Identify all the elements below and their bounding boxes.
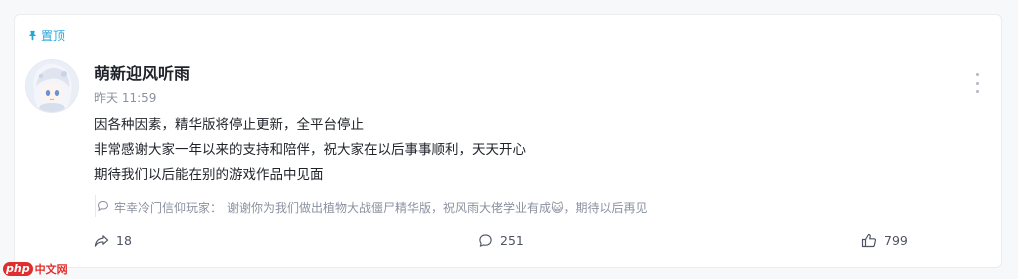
comment-button[interactable]: 251	[478, 233, 524, 248]
comment-bubble-icon	[97, 200, 109, 215]
comment-text-after: ，期待以后再见	[563, 201, 648, 215]
share-button[interactable]: 18	[94, 233, 132, 248]
content-line: 期待我们以后能在别的游戏作品中见面	[94, 167, 324, 183]
watermark-logo: php	[3, 262, 33, 276]
avatar[interactable]	[25, 59, 79, 113]
pinned-label: 置顶	[27, 27, 65, 44]
top-comment[interactable]: 牢幸冷门信仰玩家： 谢谢你为我们做出植物大战僵尸精华版，祝风雨大佬学业有成 😺 ，期…	[95, 195, 648, 217]
comment-text: 谢谢你为我们做出植物大战僵尸精华版，祝风雨大佬学业有成	[227, 201, 552, 215]
pin-icon	[27, 30, 38, 41]
comment-icon	[478, 233, 493, 248]
comment-divider	[95, 195, 96, 217]
post-time: 昨天 11:59	[94, 91, 157, 105]
more-vertical-icon[interactable]	[973, 73, 981, 93]
like-count: 799	[884, 233, 908, 248]
content-line: 因各种因素，精华版将停止更新，全平台停止	[94, 117, 364, 133]
comment-author[interactable]: 牢幸冷门信仰玩家：	[114, 199, 222, 216]
like-button[interactable]: 799	[861, 233, 908, 248]
post-content: 因各种因素，精华版将停止更新，全平台停止 非常感谢大家一年以来的支持和陪伴，祝大…	[94, 113, 526, 188]
pin-text: 置顶	[41, 29, 66, 43]
share-count: 18	[116, 233, 132, 248]
post-card: 置顶 萌新迎风听雨 昨天 11:59 因各种因素，精华版将停止更新，全平台停止 …	[14, 14, 1002, 268]
site-watermark: php 中文网	[3, 261, 68, 277]
share-icon	[94, 234, 109, 248]
content-line: 非常感谢大家一年以来的支持和陪伴，祝大家在以后事事顺利，天天开心	[94, 142, 526, 158]
comment-count: 251	[500, 233, 524, 248]
author-name[interactable]: 萌新迎风听雨	[94, 60, 190, 84]
watermark-text: 中文网	[34, 263, 68, 276]
comment-emoji: 😺	[551, 200, 564, 215]
thumbs-up-icon	[861, 233, 877, 248]
action-bar: 18 251 799	[15, 233, 1001, 255]
